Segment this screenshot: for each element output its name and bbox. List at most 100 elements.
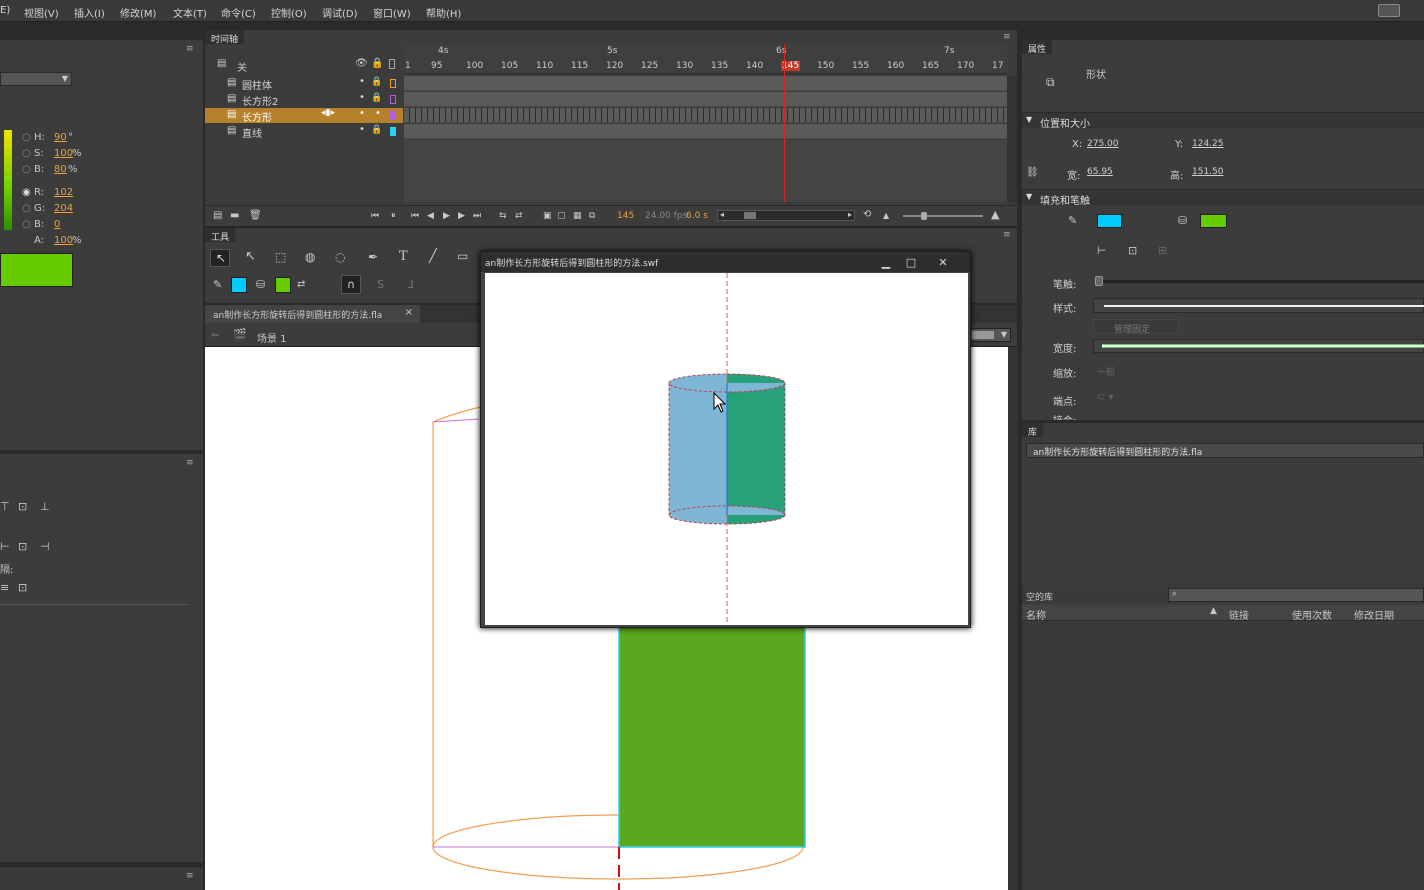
new-folder-icon[interactable]: ▬ (230, 210, 239, 222)
layer-row[interactable]: ▤ 直线 • 🔒 (205, 124, 403, 140)
manage-button[interactable]: 管理固定 (1093, 319, 1179, 335)
menu-modify[interactable]: 修改(M) (120, 5, 156, 20)
menu-debug[interactable]: 调试(D) (322, 5, 358, 20)
maximize-button[interactable]: □ (901, 254, 921, 270)
new-layer-icon[interactable]: ▤ (213, 210, 222, 222)
stroke-slider[interactable] (1095, 276, 1424, 286)
section-position-size[interactable]: ▼ 位置和大小 (1022, 112, 1424, 130)
layer-color-box[interactable] (390, 95, 396, 104)
lock-icon[interactable]: 🔒 (371, 77, 382, 87)
step-back-icon[interactable]: ◀ (427, 210, 434, 222)
height-value[interactable]: 151.50 (1192, 167, 1224, 177)
fill-color-swatch[interactable] (1200, 214, 1227, 228)
distribute-right-icon[interactable]: ⊣ (40, 540, 50, 553)
panel-menu-icon[interactable]: ≡ (186, 871, 194, 881)
properties-tab[interactable]: 属性 (1022, 40, 1053, 55)
column-use-count[interactable]: 使用次数 (1292, 607, 1332, 622)
last-frame-icon[interactable]: ⏭ (473, 210, 481, 222)
document-tab[interactable]: an制作长方形旋转后得到圆柱形的方法.fla × (205, 305, 420, 323)
subselection-tool-icon[interactable]: ↖ (245, 250, 256, 263)
center-frame-icon[interactable]: ⇄ (515, 210, 523, 222)
first-frame-icon[interactable]: ⏮ (411, 210, 419, 222)
free-transform-icon[interactable]: ⬚ (275, 251, 286, 263)
time-value[interactable]: 6.0 s (686, 211, 708, 221)
text-tool-icon[interactable]: T (399, 250, 408, 263)
pencil-icon[interactable]: ✎ (213, 279, 222, 291)
saturation-value[interactable]: 100 (54, 146, 73, 162)
lasso-icon[interactable]: ◌ (335, 251, 345, 263)
frames-row[interactable] (404, 124, 1007, 139)
column-date-modified[interactable]: 修改日期 (1354, 607, 1394, 622)
timeline-tab[interactable]: 时间轴 (205, 30, 245, 45)
panel-menu-icon[interactable]: ≡ (186, 458, 194, 468)
align-bottom-icon[interactable]: ⊥ (40, 500, 50, 513)
menu-window[interactable]: 窗口(W) (373, 5, 411, 20)
space-vertical-icon[interactable]: ≡ (0, 581, 9, 594)
frame-ruler[interactable] (404, 44, 1007, 74)
distribute-left-icon[interactable]: ⊢ (0, 540, 10, 553)
menu-view[interactable]: 视图(V) (24, 5, 59, 20)
swatches-icon[interactable]: ⊞ (1158, 245, 1167, 257)
color-type-dropdown[interactable]: ▼ (0, 72, 72, 86)
lock-icon[interactable]: 🔒 (371, 58, 383, 69)
close-icon[interactable]: × (405, 307, 413, 318)
frames-row[interactable] (404, 76, 1007, 91)
trash-icon[interactable]: 🗑 (249, 210, 262, 222)
workspace-switcher-icon[interactable] (1378, 4, 1400, 17)
reset-icon[interactable]: ⟲ (863, 209, 871, 221)
onion-skin-icon[interactable]: ▣ (543, 210, 552, 222)
red-value[interactable]: 102 (54, 185, 73, 201)
swap-colors-icon[interactable]: ⇄ (297, 279, 305, 291)
hue-value[interactable]: 90 (54, 130, 67, 146)
distribute-center-icon[interactable]: ⊡ (18, 540, 27, 553)
brightness-value[interactable]: 80 (54, 162, 67, 178)
link-icon[interactable]: ⛓ (1026, 167, 1039, 179)
sort-up-icon[interactable]: ▲ (1210, 606, 1217, 616)
color-slider[interactable] (4, 130, 12, 230)
panel-menu-icon[interactable]: ≡ (1003, 230, 1011, 240)
pause-icon[interactable]: ⏸ (391, 210, 396, 222)
tools-tab[interactable]: 工具 (205, 228, 236, 243)
rewind-icon[interactable]: ⏮ (371, 210, 379, 222)
fps-value[interactable]: 24.00 fps (645, 211, 687, 221)
cap-dropdown-icon[interactable]: ⊂ ▾ (1097, 392, 1114, 404)
frames-row-keyframes[interactable] (404, 108, 1007, 123)
frames-row[interactable] (404, 92, 1007, 107)
lock-icon[interactable]: 🔒 (371, 93, 382, 103)
zoom-dropdown[interactable]: ▼ (969, 328, 1011, 342)
menu-commands[interactable]: 命令(C) (221, 5, 256, 20)
stage-vscroll[interactable] (1008, 347, 1018, 890)
layer-color-box[interactable] (390, 127, 396, 136)
blue-value[interactable]: 0 (54, 217, 60, 233)
swf-canvas[interactable] (485, 273, 968, 625)
fill-color-swatch[interactable] (275, 277, 291, 293)
current-frame[interactable]: 145 (617, 211, 634, 221)
paint-bucket-icon[interactable]: ⛁ (256, 279, 265, 291)
menu-text[interactable]: 文本(T) (173, 5, 207, 20)
menu-edit[interactable]: E) (0, 5, 10, 16)
stroke-color-swatch[interactable] (1097, 214, 1122, 228)
zoom-slider[interactable] (903, 212, 983, 220)
column-name[interactable]: 名称 (1026, 607, 1046, 622)
scroll-thumb[interactable] (744, 212, 756, 219)
width-profile-dropdown[interactable] (1093, 339, 1424, 353)
minimize-button[interactable]: ▁ (876, 254, 896, 270)
space-horizontal-icon[interactable]: ⊡ (18, 581, 27, 594)
scale-value[interactable]: 一般 (1097, 365, 1115, 378)
loop-icon[interactable]: ⇆ (499, 210, 507, 222)
straighten-icon[interactable]: ᒧ (407, 279, 414, 291)
library-file-dropdown[interactable]: an制作长方形旋转后得到圆柱形的方法.fla (1026, 443, 1424, 458)
stroke-slider-thumb[interactable] (1095, 276, 1103, 286)
3d-rotation-icon[interactable]: ◍ (305, 251, 315, 263)
swf-titlebar[interactable]: an制作长方形旋转后得到圆柱形的方法.swf ▁ □ ✕ (481, 252, 970, 272)
pen-tool-icon[interactable]: ✒ (368, 251, 378, 263)
timeline-scrollbar[interactable] (1007, 76, 1017, 202)
eye-icon[interactable]: 👁 (355, 58, 368, 69)
play-icon[interactable]: ▶ (443, 210, 450, 222)
lock-icon[interactable]: 🔒 (371, 125, 382, 135)
library-tab[interactable]: 库 (1022, 423, 1044, 438)
menu-control[interactable]: 控制(O) (271, 5, 307, 20)
layer-nav-icon[interactable]: ◂▮▸ (321, 108, 335, 118)
stroke-color-swatch[interactable] (231, 277, 247, 293)
align-top-icon[interactable]: ⊤ (0, 500, 10, 513)
